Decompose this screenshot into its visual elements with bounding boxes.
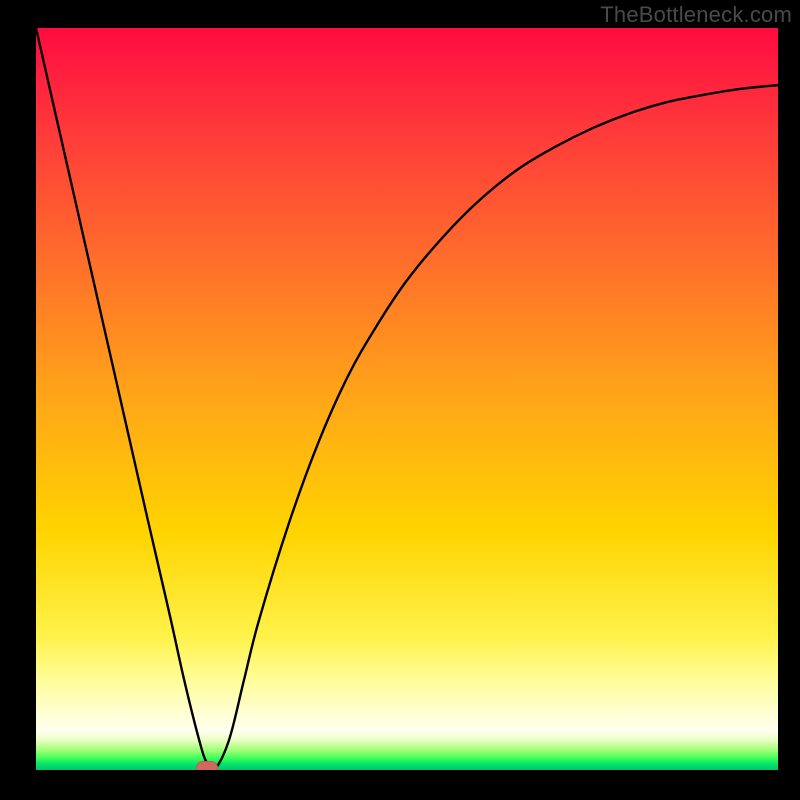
optimal-point-marker <box>196 761 218 770</box>
watermark-text: TheBottleneck.com <box>600 2 792 28</box>
chart-frame: TheBottleneck.com <box>0 0 800 800</box>
bottleneck-curve <box>36 28 778 770</box>
plot-area <box>36 28 778 770</box>
